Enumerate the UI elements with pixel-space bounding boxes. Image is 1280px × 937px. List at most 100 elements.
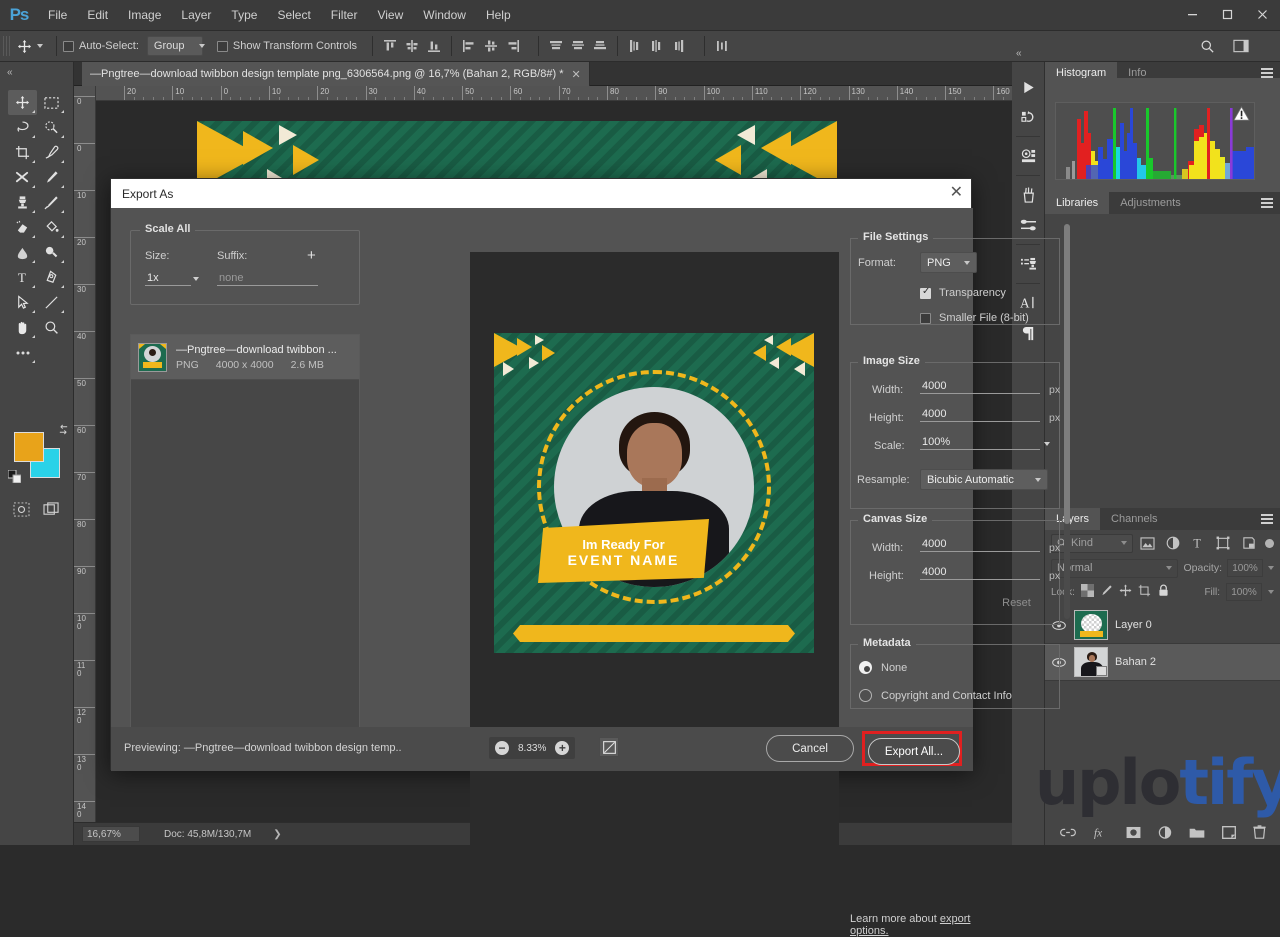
histogram-panel-menu-icon[interactable] (1261, 68, 1273, 78)
color-wheel-icon[interactable] (1012, 141, 1045, 171)
history-brush-tool[interactable] (37, 190, 66, 215)
marquee-tool[interactable] (37, 90, 66, 115)
filter-toggle-switch[interactable] (1265, 538, 1275, 548)
pen-tool[interactable] (37, 265, 66, 290)
layer-thumbnail[interactable] (1074, 610, 1108, 640)
settings-scrollbar[interactable] (1064, 224, 1070, 619)
menu-help[interactable]: Help (476, 0, 521, 31)
menu-filter[interactable]: Filter (321, 0, 368, 31)
align-right-edges-icon[interactable] (502, 35, 524, 57)
menu-window[interactable]: Window (413, 0, 476, 31)
status-expand-icon[interactable]: ❯ (273, 829, 281, 840)
distribute-bottom-edges-icon[interactable] (589, 35, 611, 57)
menu-edit[interactable]: Edit (77, 0, 118, 31)
opacity-stepper-icon[interactable] (1268, 566, 1274, 570)
show-transform-checkbox[interactable] (216, 40, 228, 52)
layers-panel-menu-icon[interactable] (1261, 514, 1273, 524)
toolbar-collapse-icon[interactable]: « (7, 67, 13, 78)
canvas-width-input[interactable] (920, 538, 1040, 552)
hand-tool[interactable] (8, 315, 37, 340)
distribute-horizontal-centers-icon[interactable] (646, 35, 668, 57)
table-row[interactable]: Layer 0 (1045, 607, 1280, 644)
image-scale-input[interactable] (920, 436, 1040, 450)
crop-tool[interactable] (8, 140, 37, 165)
type-tool[interactable]: T (8, 265, 37, 290)
canvas-height-input[interactable] (920, 566, 1040, 580)
new-adjustment-layer-icon[interactable] (1158, 825, 1172, 839)
dock-collapse-icon[interactable]: « (1016, 48, 1022, 59)
layer-style-icon[interactable]: fx (1093, 826, 1109, 838)
list-item[interactable]: —Pngtree—download twibbon ... PNG 4000 x… (131, 335, 359, 380)
tab-channels[interactable]: Channels (1100, 508, 1168, 530)
clone-stamp-tool[interactable] (8, 190, 37, 215)
filter-smart-object-icon[interactable] (1238, 533, 1259, 553)
healing-brush-tool[interactable] (8, 165, 37, 190)
lock-transparent-pixels-icon[interactable] (1080, 584, 1094, 600)
suffix-input[interactable] (217, 272, 318, 286)
eraser-tool[interactable] (8, 215, 37, 240)
menu-view[interactable]: View (367, 0, 413, 31)
tool-preset-caret-icon[interactable] (37, 44, 43, 48)
metadata-copyright-radio[interactable] (859, 689, 872, 702)
close-icon[interactable] (1245, 0, 1280, 28)
scale-dropdown-icon[interactable] (1044, 442, 1050, 446)
maximize-icon[interactable] (1210, 0, 1245, 28)
image-width-input[interactable] (920, 380, 1040, 394)
quick-mask-icon[interactable] (13, 502, 30, 520)
smaller-file-option[interactable]: Smaller File (8-bit) (920, 312, 1029, 324)
align-bottom-edges-icon[interactable] (423, 35, 445, 57)
lock-nesting-icon[interactable] (1138, 584, 1151, 600)
menu-type[interactable]: Type (221, 0, 267, 31)
filter-shape-icon[interactable] (1213, 533, 1234, 553)
filter-type-icon[interactable]: T (1187, 533, 1208, 553)
dialog-close-icon[interactable]: ✕ (950, 184, 963, 202)
fill-value[interactable]: 100% (1226, 583, 1262, 601)
path-selection-tool[interactable] (8, 290, 37, 315)
zoom-out-button[interactable]: − (495, 741, 509, 755)
document-tab-close-icon[interactable]: ✕ (571, 68, 580, 81)
search-icon[interactable] (1194, 34, 1220, 58)
screen-mode-icon[interactable] (43, 502, 60, 520)
export-as-dialog[interactable]: Export As ✕ Scale All Size: Suffix: + 1x… (110, 178, 1070, 937)
filter-adjustment-icon[interactable] (1162, 533, 1183, 553)
blur-tool[interactable] (8, 240, 37, 265)
lasso-tool[interactable] (8, 115, 37, 140)
zoom-level-field[interactable]: 16,67% (82, 826, 140, 842)
distribute-left-edges-icon[interactable] (624, 35, 646, 57)
add-layer-mask-icon[interactable] (1126, 826, 1141, 839)
format-dropdown[interactable]: PNG (920, 252, 977, 273)
menu-layer[interactable]: Layer (171, 0, 221, 31)
export-all-button[interactable]: Export All... (868, 738, 960, 765)
lock-all-icon[interactable] (1157, 584, 1170, 600)
edit-toolbar-button[interactable] (8, 340, 37, 365)
metadata-none-radio[interactable] (859, 661, 872, 674)
eyedropper-tool[interactable] (37, 140, 66, 165)
swap-colors-icon[interactable] (58, 424, 69, 438)
line-tool[interactable] (37, 290, 66, 315)
zoom-tool[interactable] (37, 315, 66, 340)
quick-selection-tool[interactable] (37, 115, 66, 140)
opacity-value[interactable]: 100% (1227, 559, 1263, 577)
smaller-file-checkbox[interactable] (920, 312, 931, 324)
align-vertical-centers-icon[interactable] (401, 35, 423, 57)
distribute-spacing-icon[interactable] (711, 35, 733, 57)
preview-pane[interactable]: Im Ready For EVENT NAME (470, 252, 839, 927)
size-dropdown[interactable] (145, 272, 207, 286)
distribute-vertical-centers-icon[interactable] (567, 35, 589, 57)
auto-select-group-dropdown[interactable]: Group (146, 36, 205, 56)
delete-layer-icon[interactable] (1252, 825, 1266, 839)
settings-scrollbar-thumb[interactable] (1064, 224, 1070, 524)
new-layer-icon[interactable] (1221, 825, 1236, 839)
foreground-color-swatch[interactable] (14, 432, 44, 462)
canvas-reset-button[interactable]: Reset (985, 593, 1048, 613)
tab-adjustments[interactable]: Adjustments (1109, 192, 1192, 214)
transparency-checkbox[interactable] (920, 286, 931, 299)
align-left-edges-icon[interactable] (458, 35, 480, 57)
dodge-tool[interactable] (37, 240, 66, 265)
link-layers-icon[interactable] (1059, 827, 1076, 838)
menu-file[interactable]: File (38, 0, 77, 31)
image-height-input[interactable] (920, 408, 1040, 422)
metadata-copyright-option[interactable]: Copyright and Contact Info (859, 689, 1012, 702)
brush-tool[interactable] (37, 165, 66, 190)
auto-select-checkbox[interactable] (63, 40, 74, 52)
